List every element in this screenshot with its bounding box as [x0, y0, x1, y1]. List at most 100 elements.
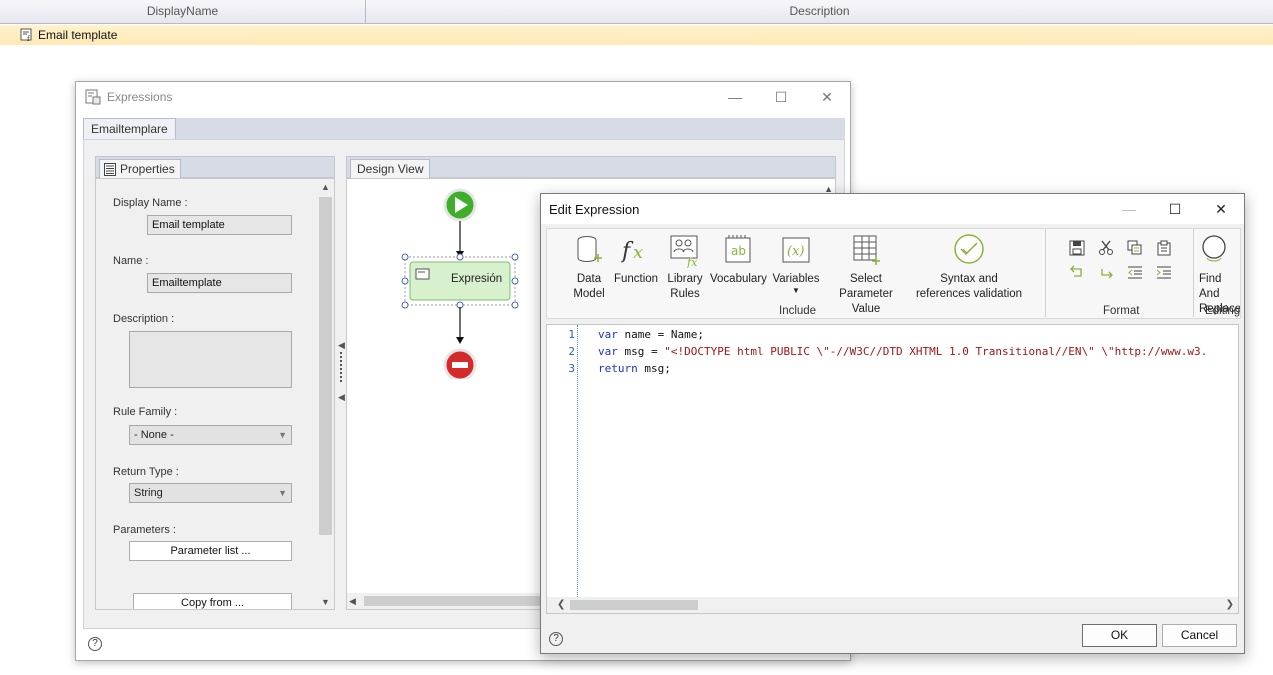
properties-scrollbar[interactable]: ▲ ▼ [317, 179, 334, 609]
select-parameter-value-label: Select Parameter Value [839, 273, 893, 315]
grid-header: DisplayName Description [0, 0, 1273, 24]
table-row[interactable]: f Email template [0, 25, 1273, 45]
outdent-icon[interactable] [1127, 264, 1143, 280]
cut-icon[interactable] [1098, 240, 1114, 256]
find-replace-icon [1202, 235, 1226, 262]
maximize-button[interactable]: ☐ [1152, 194, 1198, 224]
ribbon-separator [1045, 229, 1046, 317]
dialog-title: Edit Expression [549, 202, 640, 217]
code-text: msg; [637, 362, 671, 375]
variables-button[interactable]: (x) Variables ▼ [771, 234, 821, 295]
library-rules-button[interactable]: fx Library Rules [665, 234, 705, 302]
workflow-diagram [401, 188, 519, 379]
data-model-label: Data Model [573, 273, 605, 300]
parameter-table-icon [853, 235, 880, 265]
copy-from-button[interactable]: Copy from ... [133, 593, 292, 609]
scroll-left-icon[interactable]: ◀ [349, 593, 356, 609]
rule-family-select[interactable]: - None - ▼ [129, 425, 292, 445]
rule-family-label: Rule Family : [113, 406, 178, 418]
svg-text:(x): (x) [787, 244, 804, 259]
redo-icon[interactable] [1098, 264, 1114, 280]
code-text: name = Name; [617, 328, 704, 341]
expression-icon: f [20, 28, 32, 42]
ok-button[interactable]: OK [1082, 624, 1157, 647]
format-group-label: Format [1103, 305, 1140, 317]
description-field[interactable] [129, 331, 292, 388]
code-keyword: var [598, 345, 618, 358]
expressions-app-icon [85, 89, 101, 105]
scrollbar-thumb[interactable] [319, 197, 332, 535]
column-header-description[interactable]: Description [366, 0, 1273, 23]
undo-icon[interactable] [1069, 264, 1085, 280]
line-number: 1 [568, 328, 575, 341]
tab-properties[interactable]: Properties [99, 159, 181, 179]
dialog-titlebar: Edit Expression — ☐ ✕ [541, 194, 1244, 224]
parameter-list-button[interactable]: Parameter list ... [129, 541, 292, 561]
code-line[interactable]: var msg = "<!DOCTYPE html PUBLIC \"-//W3… [598, 345, 1207, 358]
help-icon[interactable]: ? [549, 632, 563, 646]
name-field[interactable]: Emailtemplate [147, 273, 292, 293]
indent-icon[interactable] [1156, 264, 1172, 280]
cancel-button[interactable]: Cancel [1162, 624, 1237, 647]
code-editor[interactable]: 1 2 3 var name = Name; var msg = "<!DOCT… [546, 324, 1239, 614]
return-type-label: Return Type : [113, 466, 179, 478]
paste-icon[interactable] [1156, 240, 1172, 256]
svg-text:x: x [633, 242, 643, 263]
variables-icon: (x) [782, 237, 810, 263]
check-circle-icon [954, 234, 984, 264]
row-display-name: Email template [38, 28, 118, 42]
document-tabstrip: Emailtemplare [83, 118, 845, 139]
tab-design-view[interactable]: Design View [350, 159, 431, 179]
panel-splitter[interactable]: ◀ ◀ [338, 340, 345, 410]
parameters-label: Parameters : [113, 524, 176, 536]
minimize-button[interactable]: — [1106, 194, 1152, 224]
ribbon-separator [1193, 229, 1194, 317]
properties-icon [104, 163, 116, 176]
select-parameter-value-button[interactable]: Select Parameter Value [824, 234, 908, 317]
display-name-label: Display Name : [113, 197, 188, 209]
minimize-button[interactable]: — [712, 82, 758, 112]
copy-icon[interactable] [1127, 240, 1143, 256]
scroll-up-icon[interactable]: ▲ [317, 179, 334, 196]
edit-expression-dialog: Edit Expression — ☐ ✕ Data Model f x Fun… [540, 193, 1245, 654]
code-keyword: return [598, 362, 638, 375]
return-type-select[interactable]: String ▼ [129, 483, 292, 503]
line-number-gutter: 1 2 3 [547, 325, 578, 597]
include-group-label: Include [779, 305, 817, 317]
code-string: "<!DOCTYPE html PUBLIC \"-//W3C//DTD XHT… [664, 345, 1208, 358]
code-line[interactable]: return msg; [598, 362, 671, 375]
stop-icon [452, 362, 468, 368]
caret-down-icon: ▼ [792, 286, 800, 295]
properties-tab-label: Properties [120, 162, 175, 176]
description-label: Description : [113, 313, 175, 325]
editor-hscrollbar[interactable]: ❮ ❯ [547, 597, 1238, 613]
save-icon[interactable] [1069, 240, 1085, 256]
line-number: 3 [568, 362, 575, 375]
design-view-header: Design View [346, 156, 836, 179]
code-keyword: var [598, 328, 618, 341]
properties-panel: Properties Display Name : Email template… [95, 156, 335, 671]
code-line[interactable]: var name = Name; [598, 328, 704, 341]
display-name-field[interactable]: Email template [147, 215, 292, 235]
expression-node-icon [415, 268, 430, 280]
close-button[interactable]: ✕ [804, 82, 850, 112]
data-model-button[interactable]: Data Model [567, 234, 611, 302]
expression-node-label[interactable]: Expresión [451, 273, 502, 285]
help-icon[interactable]: ? [88, 637, 102, 651]
close-button[interactable]: ✕ [1198, 194, 1244, 224]
line-number: 2 [568, 345, 575, 358]
scroll-down-icon[interactable]: ▼ [317, 594, 334, 609]
rule-family-value: - None - [134, 429, 174, 441]
code-text: msg = [617, 345, 665, 358]
library-rules-icon: fx [670, 235, 698, 268]
svg-text:fx: fx [686, 256, 698, 268]
vocabulary-button[interactable]: ab Vocabulary [710, 234, 767, 287]
tab-emailtemplare[interactable]: Emailtemplare [83, 118, 176, 139]
scrollbar-thumb[interactable] [570, 600, 698, 610]
scroll-right-icon[interactable]: ❯ [1226, 597, 1234, 613]
scroll-left-icon[interactable]: ❮ [557, 597, 565, 613]
function-button[interactable]: f x Function [613, 234, 659, 287]
syntax-validation-button[interactable]: Syntax and references validation [914, 234, 1024, 302]
maximize-button[interactable]: ☐ [758, 82, 804, 112]
column-header-displayname[interactable]: DisplayName [0, 0, 366, 23]
